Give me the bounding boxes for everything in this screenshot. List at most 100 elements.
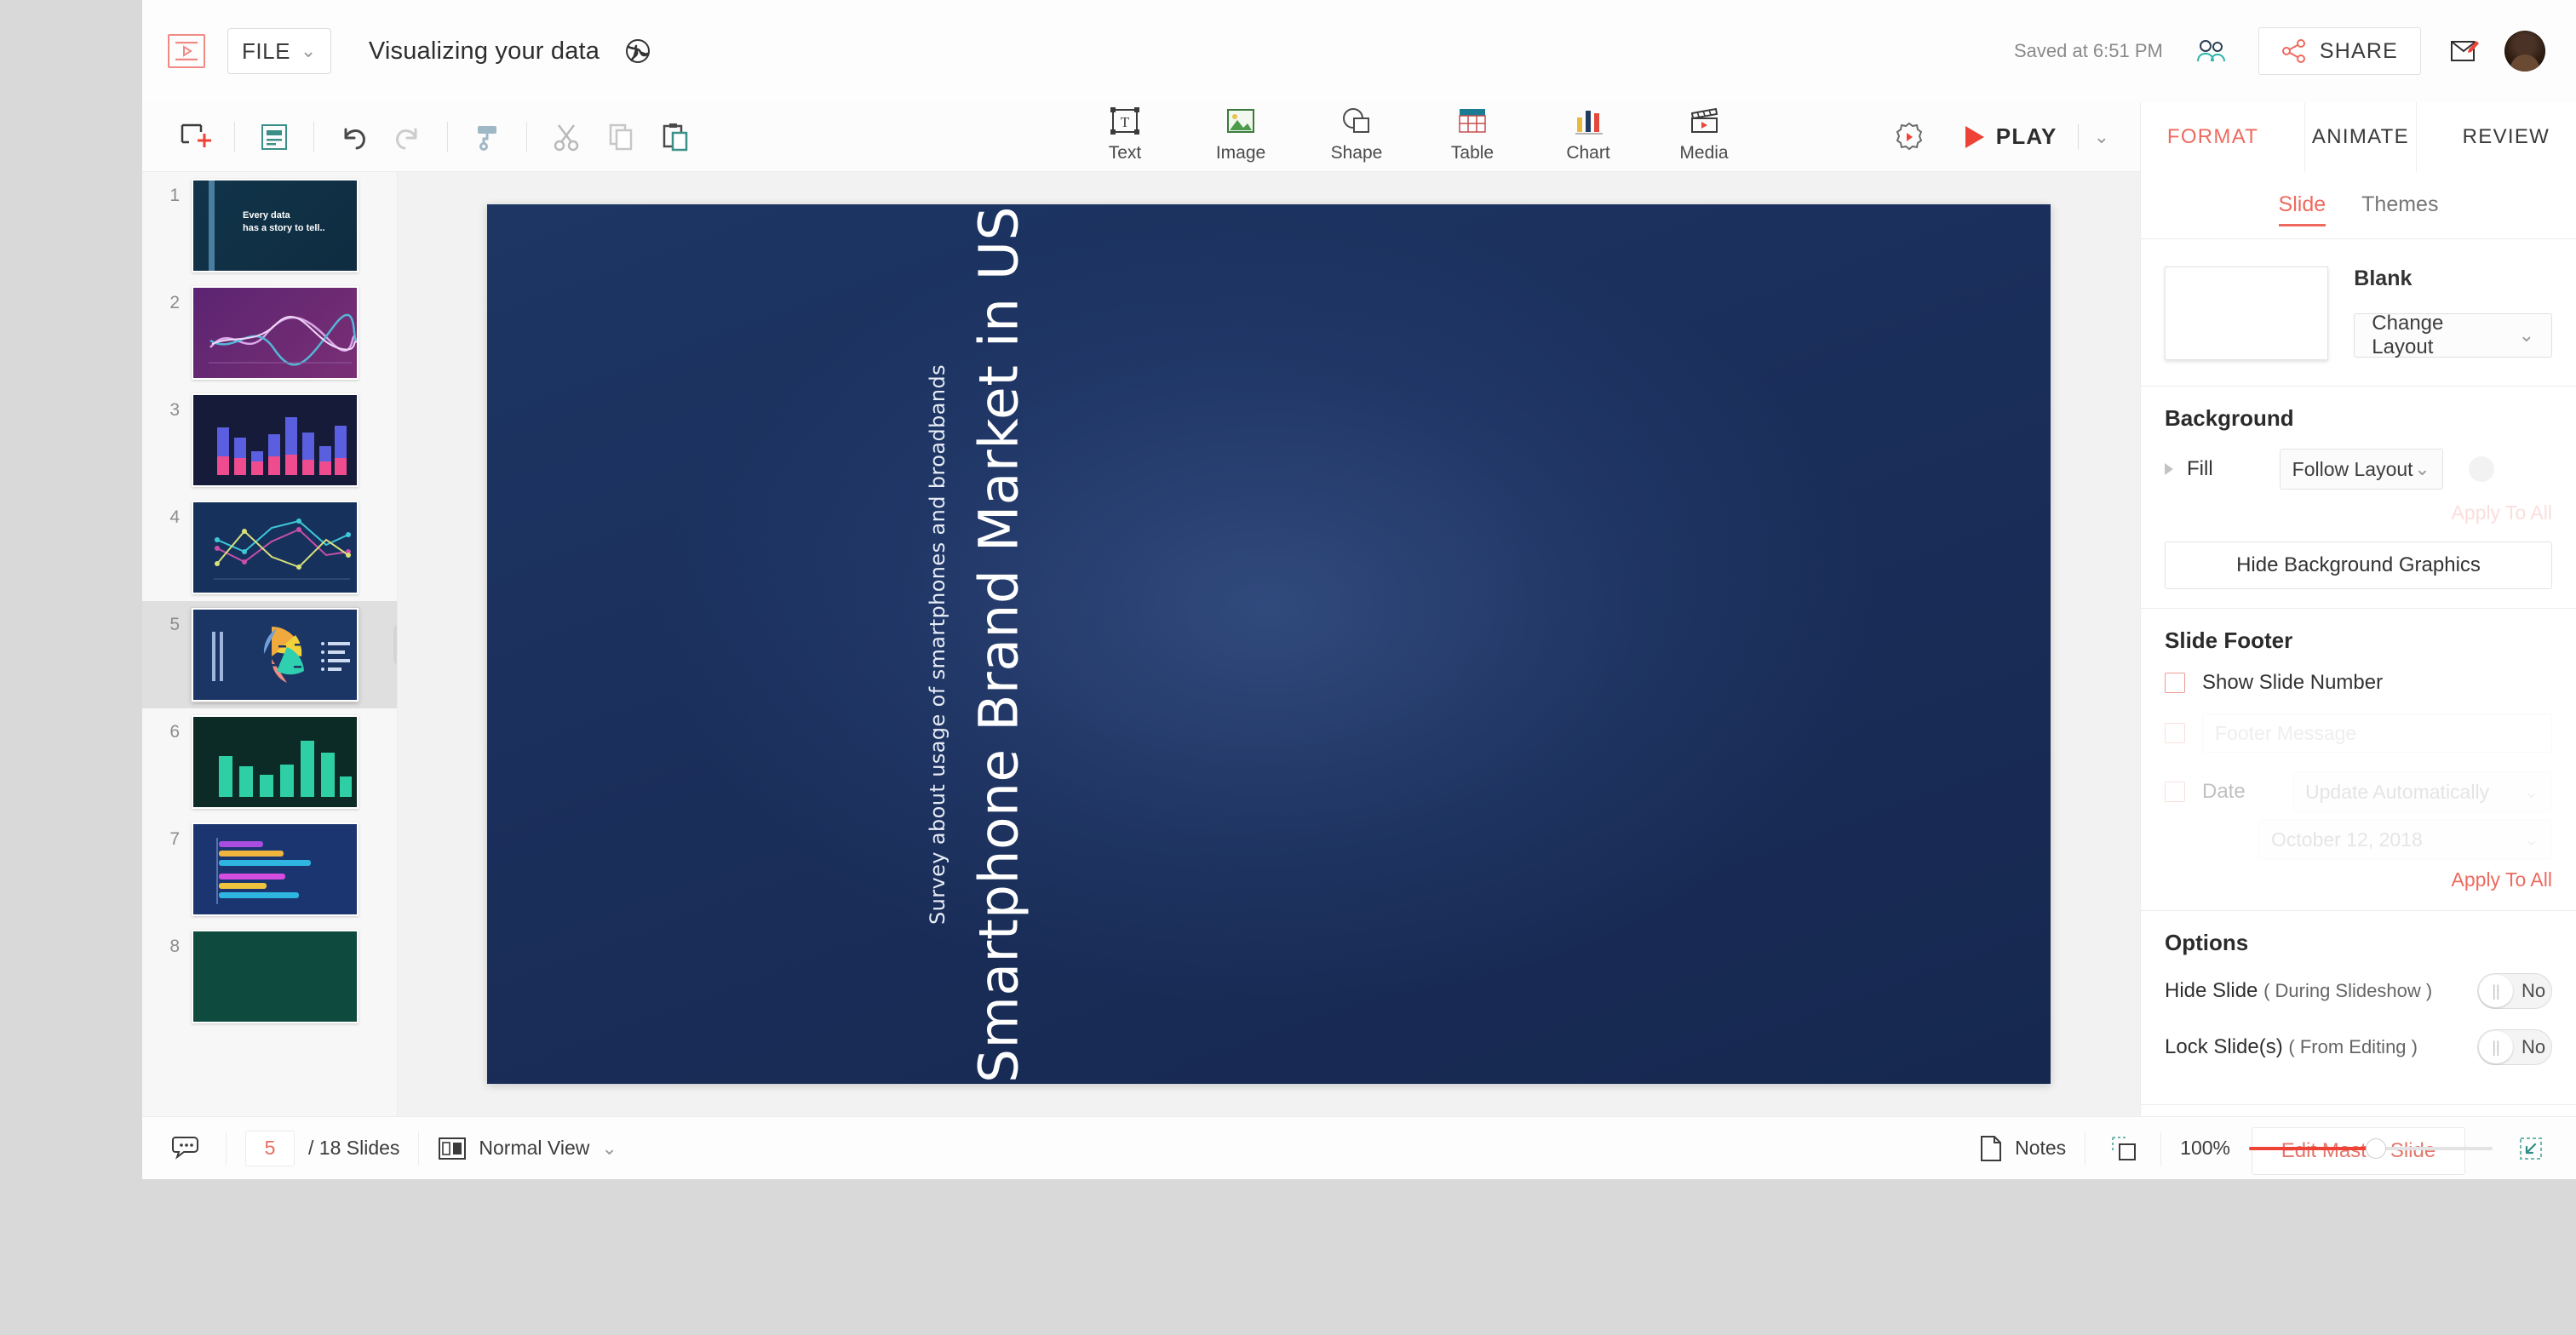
fill-select[interactable]: Follow Layout ⌄: [2279, 449, 2443, 490]
collaborators-icon[interactable]: [2195, 37, 2229, 65]
saved-status: Saved at 6:51 PM: [2013, 40, 2163, 61]
slide-layout-icon[interactable]: [247, 110, 301, 164]
editor-body: 1 Every data has a story to tell.. 2 3 4…: [142, 172, 2576, 1175]
fit-selection-icon[interactable]: [2104, 1130, 2142, 1167]
expand-triangle-icon[interactable]: [2165, 463, 2173, 475]
background-apply-to-all[interactable]: Apply To All: [2165, 501, 2552, 524]
subtab-themes[interactable]: Themes: [2361, 192, 2438, 226]
compose-pen-icon[interactable]: [2450, 38, 2479, 64]
slide-thumb-6[interactable]: 6: [142, 708, 397, 816]
header-actions: Saved at 6:51 PM SHARE: [2014, 27, 2545, 75]
slide-thumb-5[interactable]: 5: [142, 601, 397, 708]
toolbar-divider: [447, 121, 448, 152]
slide-thumbnail[interactable]: [192, 822, 359, 916]
footer-message-checkbox[interactable]: [2165, 723, 2185, 743]
add-slide-icon[interactable]: [168, 110, 222, 164]
file-menu-label: FILE: [242, 37, 290, 64]
insert-text-button[interactable]: T Text: [1086, 106, 1164, 163]
slide-thumbnail[interactable]: [192, 608, 359, 702]
paste-icon[interactable]: [648, 110, 703, 164]
slide-thumbnail[interactable]: [192, 715, 359, 809]
chart-icon: [1575, 111, 1603, 135]
show-slide-number-checkbox[interactable]: [2165, 673, 2185, 693]
tab-review[interactable]: REVIEW: [2456, 102, 2556, 172]
fill-color-swatch[interactable]: [2468, 456, 2494, 482]
hide-slide-value: No: [2521, 980, 2546, 1001]
slide-thumb-8[interactable]: 8: [142, 923, 397, 1030]
globe-icon[interactable]: [625, 38, 651, 64]
edit-master-slide-button[interactable]: Edit Master Slide: [2251, 1127, 2466, 1175]
insert-media-button[interactable]: Media: [1665, 106, 1743, 163]
fill-label: Fill: [2187, 457, 2213, 480]
status-divider: [226, 1131, 227, 1166]
share-button[interactable]: SHARE: [2258, 27, 2421, 75]
view-mode-selector[interactable]: Normal View ⌄: [438, 1136, 617, 1161]
undo-icon[interactable]: [326, 110, 381, 164]
slide-thumb-1[interactable]: 1 Every data has a story to tell..: [142, 172, 397, 279]
notes-button[interactable]: Notes: [1979, 1135, 2066, 1162]
slide-canvas-area[interactable]: Smartphone Brand Market in US Survey abo…: [398, 172, 2140, 1116]
slide-thumbnail[interactable]: [192, 501, 359, 594]
table-icon: [1459, 109, 1486, 133]
subtab-slide[interactable]: Slide: [2278, 192, 2326, 226]
footer-apply-to-all[interactable]: Apply To All: [2165, 868, 2552, 891]
lock-slide-toggle[interactable]: || No: [2477, 1029, 2552, 1065]
redo-icon[interactable]: [381, 110, 435, 164]
copy-icon[interactable]: [594, 110, 648, 164]
play-options-chevron-icon[interactable]: ⌄: [2094, 126, 2109, 148]
footer-message-input[interactable]: Footer Message: [2202, 713, 2552, 753]
date-mode-select[interactable]: Update Automatically ⌄: [2292, 771, 2552, 812]
slide-number: 6: [169, 722, 180, 742]
hide-slide-label: Hide Slide: [2165, 979, 2258, 1002]
date-row: Date Update Automatically ⌄: [2165, 771, 2552, 812]
date-value-select[interactable]: October 12, 2018 ⌄: [2258, 819, 2552, 860]
share-nodes-icon: [2281, 39, 2305, 63]
paint-format-icon[interactable]: [460, 110, 514, 164]
play-triangle-icon: [1965, 125, 1984, 148]
chevron-down-icon: ⌄: [601, 1137, 617, 1159]
slide-thumbnail[interactable]: [192, 286, 359, 380]
tab-format[interactable]: FORMAT: [2160, 102, 2265, 172]
insert-shape-button[interactable]: Shape: [1317, 106, 1396, 163]
insert-table-button[interactable]: Table: [1433, 106, 1512, 163]
settings-gear-icon[interactable]: [1882, 110, 1936, 164]
zoom-slider-handle[interactable]: [2365, 1137, 2386, 1159]
slide-thumb-3[interactable]: 3: [142, 387, 397, 494]
slide-thumbnail-rail[interactable]: 1 Every data has a story to tell.. 2 3 4…: [142, 172, 398, 1116]
presentation-logo-icon[interactable]: [168, 34, 205, 68]
insert-text-label: Text: [1108, 143, 1142, 163]
document-title[interactable]: Visualizing your data: [369, 37, 600, 66]
comments-icon[interactable]: [168, 1129, 207, 1168]
avatar[interactable]: [2504, 31, 2545, 72]
current-slide[interactable]: Smartphone Brand Market in US Survey abo…: [487, 204, 2051, 1084]
slide-title-text[interactable]: Smartphone Brand Market in US: [968, 205, 1030, 1082]
date-checkbox[interactable]: [2165, 782, 2185, 802]
slide-thumbnail[interactable]: [192, 393, 359, 487]
slide-subtitle-text[interactable]: Survey about usage of smartphones and br…: [926, 364, 950, 925]
zoom-slider[interactable]: [2249, 1137, 2493, 1159]
slide-thumb-4[interactable]: 4: [142, 494, 397, 601]
insert-chart-button[interactable]: Chart: [1549, 106, 1627, 163]
slide-footer-section: Slide Footer Show Slide Number Footer Me…: [2141, 609, 2576, 911]
lock-slide-label: Lock Slide(s): [2165, 1035, 2283, 1058]
image-icon: [1227, 109, 1254, 133]
hide-background-graphics-button[interactable]: Hide Background Graphics: [2165, 541, 2552, 589]
current-slide-input[interactable]: 5: [245, 1130, 295, 1166]
hide-slide-toggle[interactable]: || No: [2477, 973, 2552, 1009]
insert-image-button[interactable]: Image: [1202, 106, 1280, 163]
layout-preview-thumbnail[interactable]: [2165, 266, 2329, 360]
insert-image-label: Image: [1215, 143, 1266, 163]
slide-thumbnail[interactable]: [192, 930, 359, 1023]
tab-animate[interactable]: ANIMATE: [2303, 102, 2417, 172]
slide-thumb-7[interactable]: 7: [142, 816, 397, 923]
chevron-down-icon: ⌄: [2414, 458, 2430, 479]
options-heading: Options: [2165, 930, 2249, 955]
play-button[interactable]: PLAY: [1960, 123, 2063, 150]
slide-thumb-2[interactable]: 2: [142, 279, 397, 387]
total-slides-label: / 18 Slides: [308, 1137, 400, 1159]
change-layout-button[interactable]: Change Layout ⌄: [2354, 312, 2552, 358]
cut-icon[interactable]: [539, 110, 594, 164]
layout-name: Blank: [2354, 266, 2412, 290]
file-menu-button[interactable]: FILE ⌄: [227, 28, 331, 74]
slide-thumbnail[interactable]: Every data has a story to tell..: [192, 179, 359, 272]
